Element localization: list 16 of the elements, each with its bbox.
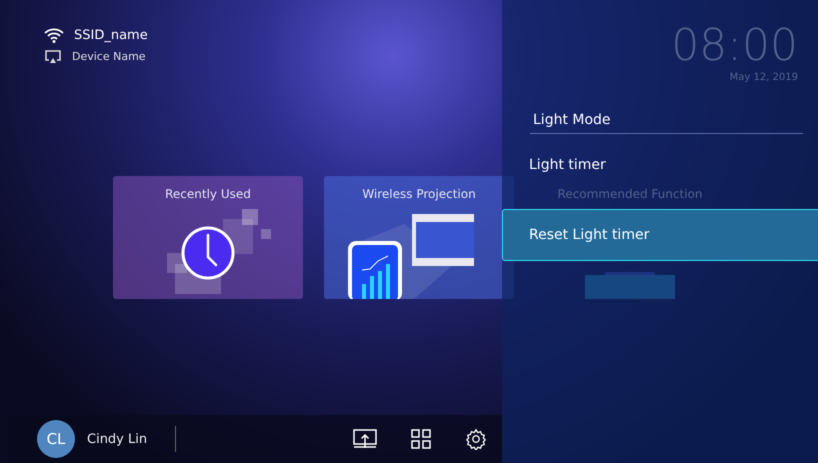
menu-item[interactable]: Reset Light timer xyxy=(502,209,818,261)
clock-date: May 12, 2019 xyxy=(728,72,798,83)
apps-grid-icon[interactable] xyxy=(411,429,431,449)
panel-title: Light Mode xyxy=(530,112,803,134)
home-card[interactable]: Recently Used xyxy=(113,176,303,299)
card-title: Recommended Function xyxy=(558,187,702,201)
screen-icon xyxy=(44,49,62,64)
settings-icon[interactable] xyxy=(465,428,487,450)
device-name: Device Name xyxy=(72,50,146,63)
screen-upload-icon[interactable] xyxy=(353,429,377,449)
clock-time: 08:00 xyxy=(671,24,798,68)
user-name: Cindy Lin xyxy=(87,432,148,446)
user-avatar[interactable]: CL xyxy=(37,420,75,458)
ssid-label: SSID_name xyxy=(74,28,148,42)
wifi-icon xyxy=(44,27,64,43)
menu-item[interactable]: Light timer xyxy=(502,154,818,176)
